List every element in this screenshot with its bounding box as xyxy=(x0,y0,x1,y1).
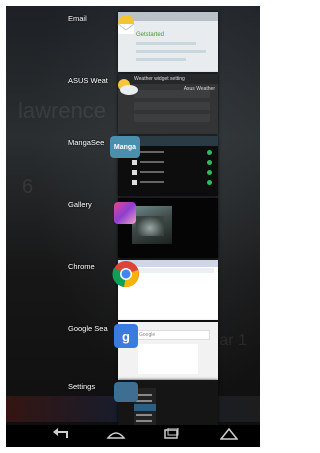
back-icon[interactable] xyxy=(46,428,76,444)
menu-icon[interactable] xyxy=(214,427,244,444)
recent-app-google-search[interactable]: Google Sea g Google xyxy=(6,320,260,382)
recent-app-chrome[interactable]: Chrome xyxy=(6,258,260,320)
recent-app-mangasee[interactable]: MangaSee Manga xyxy=(6,134,260,196)
recent-app-label: ASUS Weat xyxy=(68,76,108,85)
chrome-icon xyxy=(112,260,140,288)
navigation-bar xyxy=(6,425,260,447)
recent-app-gallery[interactable]: Gallery xyxy=(6,196,260,258)
recent-app-label: Settings xyxy=(68,382,96,391)
home-icon[interactable] xyxy=(101,428,131,444)
recent-app-label: Google Sea xyxy=(68,324,108,333)
weather-icon xyxy=(114,76,140,98)
recent-app-email[interactable]: Email Getstarted xyxy=(6,10,260,72)
thumbnail-text: Weather widget setting xyxy=(134,76,185,82)
recents-icon[interactable] xyxy=(156,427,186,444)
recent-app-asus-weather[interactable]: ASUS Weat Weather widget setting Asus Wea… xyxy=(6,72,260,134)
google-search-icon: g xyxy=(114,324,138,348)
thumbnail-text: Getstarted xyxy=(136,32,165,38)
recent-app-label: Chrome xyxy=(68,262,95,271)
email-icon xyxy=(114,14,140,36)
recent-app-label: MangaSee xyxy=(68,138,105,147)
recent-app-label: Email xyxy=(68,14,87,23)
recent-app-label: Gallery xyxy=(68,200,92,209)
thumbnail-text: Google xyxy=(136,330,210,340)
mangasee-icon: Manga xyxy=(110,136,140,158)
recent-apps-screen: lawrence 6 Mar 1 Email Getstarted ASUS W… xyxy=(6,6,260,447)
settings-icon xyxy=(114,382,138,402)
gallery-icon xyxy=(114,202,136,224)
icon-text: Manga xyxy=(113,143,137,151)
